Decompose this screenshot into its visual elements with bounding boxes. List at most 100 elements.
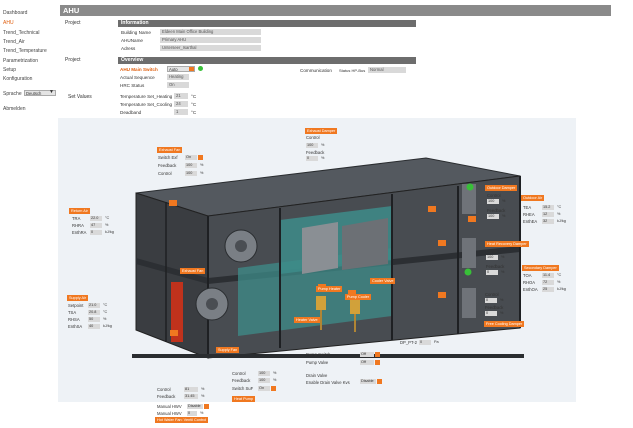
htr-manual-hwv2-value[interactable]: 0 bbox=[187, 411, 197, 416]
sa-setpoint-value[interactable]: 21.0 bbox=[88, 303, 100, 308]
suf-switch-value[interactable]: On bbox=[258, 386, 270, 391]
tag-outdoor-damper[interactable]: Outdoor Damper bbox=[485, 185, 518, 191]
set-cooling-input[interactable]: 24 bbox=[174, 101, 188, 107]
language-select[interactable]: Deutsch ▼ bbox=[24, 90, 56, 96]
sa-setpoint-unit: °C bbox=[103, 303, 108, 307]
oa-rhoa-value: 72 bbox=[542, 280, 554, 285]
nav-trend-temperature[interactable]: Trend_Temperature bbox=[3, 48, 47, 54]
exd-feedback-value: 0 bbox=[306, 156, 318, 161]
chevron-down-icon bbox=[198, 155, 203, 160]
htr-manual-hwv-value[interactable]: Disable bbox=[187, 404, 203, 409]
tag-supply-fan[interactable]: Supply Fan bbox=[216, 347, 240, 353]
nav-trend-air[interactable]: Trend_Air bbox=[3, 39, 25, 45]
suf-control-label: Control bbox=[232, 371, 246, 376]
status-hpbus-label: Status HP-Bus bbox=[339, 68, 366, 73]
tag-free-cooling[interactable]: Free Cooling Damper bbox=[484, 321, 525, 327]
tag-pump-cooler[interactable]: Pump Cooler bbox=[345, 294, 372, 300]
ea-rhea-label: RHEA bbox=[523, 212, 535, 217]
htr-manual-hwv2-label: Manual HWV bbox=[157, 411, 182, 416]
sd-feedback-label: Feedback bbox=[486, 264, 505, 269]
status-led-icon bbox=[198, 66, 203, 71]
tag-heat-recovery[interactable]: Heat Recovery Damper bbox=[485, 241, 529, 247]
exd-control-value: 100 bbox=[306, 143, 318, 148]
panel-exhaust-damper: Control 100 % Feedback 0 % bbox=[306, 135, 351, 162]
info-adress-value[interactable]: Unterseer_Isarthal bbox=[160, 45, 261, 51]
tag-heat-pump[interactable]: Heat Pump bbox=[232, 396, 255, 402]
oa-enthoa-unit: kJ/kg bbox=[557, 287, 566, 291]
od-control-label: Control bbox=[487, 193, 501, 198]
htr-control-value: 81 bbox=[184, 387, 198, 392]
deadband-unit: °C bbox=[191, 110, 197, 115]
sa-setpoint-label: Setpoint bbox=[68, 303, 84, 308]
nav-logout[interactable]: Abmelden bbox=[3, 106, 26, 112]
oa-toa-label: TOA bbox=[523, 273, 532, 278]
htr-control-label: Control bbox=[157, 387, 171, 392]
fc-control-unit: % bbox=[500, 298, 504, 302]
pump-switch-value[interactable]: Off bbox=[360, 352, 374, 357]
pump-drain-label: Drain Valve bbox=[306, 373, 328, 378]
suf-feedback-value: 100 bbox=[258, 378, 270, 383]
nav-parametrization[interactable]: Parametrization bbox=[3, 58, 38, 64]
information-header: Information bbox=[118, 20, 416, 27]
sa-rhsa-value: 50 bbox=[88, 317, 100, 322]
dp-value: 0 bbox=[419, 340, 431, 345]
info-ahuname-value[interactable]: Primary AHU bbox=[160, 37, 261, 43]
nav-dashboard[interactable]: Dashboard bbox=[3, 10, 27, 16]
info-ahuname-label: AHUName bbox=[121, 38, 143, 43]
fc-control-label: Control bbox=[485, 292, 499, 297]
deadband-input[interactable]: 1 bbox=[174, 109, 188, 115]
ra-rhra-unit: % bbox=[105, 223, 109, 227]
pump-enable-label: Enable Drain Valve Kvs bbox=[306, 380, 350, 385]
htr-manual-hwv-label: Manual HWV bbox=[157, 404, 182, 409]
tag-heater-valve[interactable]: Heater Valve bbox=[294, 317, 320, 323]
tag-exhaust-air-fan[interactable]: Exhaust Fan bbox=[180, 268, 206, 274]
panel-secondary-damper: Control 100 % Feedback 0 % bbox=[486, 249, 526, 277]
htr-feedback-unit: % bbox=[201, 394, 205, 398]
exf-control-value: 100 bbox=[185, 171, 197, 176]
suf-feedback-label: Feedback bbox=[232, 378, 251, 383]
info-building-value[interactable]: Eldeen Main Office Building bbox=[160, 29, 261, 35]
tag-exhaust-damper[interactable]: Exhaust Damper bbox=[305, 128, 338, 134]
nav-konfiguration[interactable]: Konfiguration bbox=[3, 76, 32, 82]
tag-supply-air[interactable]: Supply Air bbox=[67, 295, 89, 301]
ea-enthea-unit: kJ/kg bbox=[557, 219, 566, 223]
od-control-unit: % bbox=[502, 199, 506, 203]
oa-enthoa-label: EnthOA bbox=[523, 287, 538, 292]
tag-hot-water-fan[interactable]: Hot Water Fan: Ventil Control bbox=[155, 417, 209, 423]
nav-trend-technical[interactable]: Trend_Technical bbox=[3, 30, 40, 36]
overview-header: Overview bbox=[118, 57, 416, 64]
chevron-down-icon bbox=[375, 360, 380, 365]
chevron-down-icon bbox=[271, 386, 276, 391]
exf-switch-value[interactable]: On bbox=[185, 155, 197, 160]
main-switch-label: AHU Main Switch bbox=[120, 67, 158, 72]
suf-feedback-unit: % bbox=[273, 378, 277, 382]
language-value: Deutsch bbox=[26, 91, 42, 96]
nav-ahu[interactable]: AHU bbox=[3, 20, 14, 26]
chevron-down-icon bbox=[377, 379, 382, 384]
language-label: Sprache bbox=[3, 91, 22, 97]
nav-setup[interactable]: Setup bbox=[3, 67, 16, 73]
ra-tra-unit: °C bbox=[105, 216, 110, 220]
panel-return-air: TRA 22.0 °C RHRA 47 % EnthRA 0 kJ/kg bbox=[72, 216, 122, 240]
oa-rhoa-unit: % bbox=[557, 280, 561, 284]
tag-cooler-valve[interactable]: Cooler Valve bbox=[370, 278, 396, 284]
tag-pump-heater[interactable]: Pump Heater bbox=[316, 286, 343, 292]
sa-tsa-unit: °C bbox=[103, 310, 108, 314]
ea-enthea-value: 32 bbox=[542, 219, 554, 224]
tag-return-air[interactable]: Return Air bbox=[69, 208, 90, 214]
pump-valve-value[interactable]: Off bbox=[360, 360, 374, 365]
dp-unit: Pa bbox=[434, 340, 439, 344]
chevron-down-icon bbox=[375, 352, 380, 357]
main-switch-select[interactable]: Auto bbox=[167, 66, 195, 72]
pump-enable-value[interactable]: Disable bbox=[360, 379, 376, 384]
hrc-status-label: HRC Status bbox=[120, 83, 145, 88]
tag-exhaust-fan[interactable]: Exhaust Fan bbox=[157, 147, 183, 153]
set-cooling-label: Temperature Set_Cooling bbox=[120, 102, 173, 107]
sa-rhsa-label: RHSA bbox=[68, 317, 80, 322]
ra-rhra-value: 47 bbox=[90, 223, 102, 228]
tag-secondary-damper[interactable]: Secondary Damper bbox=[522, 265, 559, 271]
sd-feedback-value: 0 bbox=[486, 270, 498, 275]
od-feedback-unit: % bbox=[502, 214, 506, 218]
ra-enthra-value: 0 bbox=[90, 230, 102, 235]
set-heating-input[interactable]: 21 bbox=[174, 93, 188, 99]
